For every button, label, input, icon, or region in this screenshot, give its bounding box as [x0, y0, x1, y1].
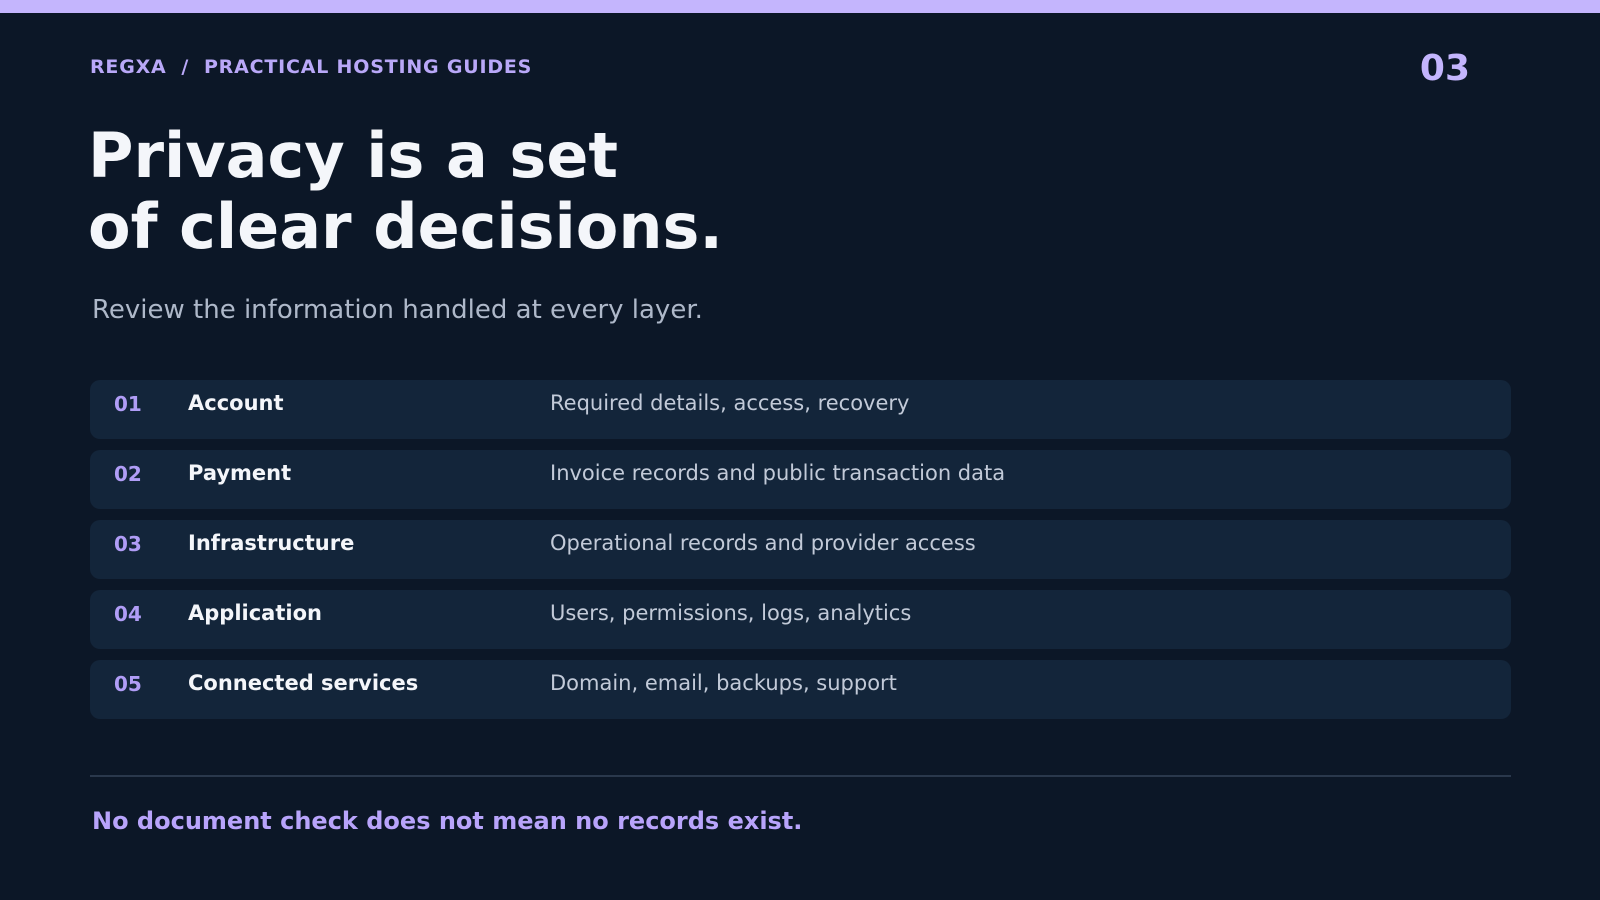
page-title: Privacy is a set of clear decisions. — [88, 120, 723, 262]
layer-description: Operational records and provider access — [550, 531, 976, 555]
breadcrumb: REGXA / PRACTICAL HOSTING GUIDES — [90, 56, 533, 78]
layer-name: Infrastructure — [188, 531, 355, 555]
page-title-line-1: Privacy is a set — [88, 119, 619, 192]
layer-row-application: 04 Application Users, permissions, logs,… — [90, 590, 1511, 649]
layer-name: Payment — [188, 461, 292, 485]
layer-list: 01 Account Required details, access, rec… — [90, 380, 1511, 730]
layer-name: Application — [188, 601, 322, 625]
layer-name: Account — [188, 391, 284, 415]
layer-name: Connected services — [188, 671, 419, 695]
layer-row-connected-services: 05 Connected services Domain, email, bac… — [90, 660, 1511, 719]
layer-row-infrastructure: 03 Infrastructure Operational records an… — [90, 520, 1511, 579]
layer-description: Required details, access, recovery — [550, 391, 910, 415]
page-subtitle: Review the information handled at every … — [92, 295, 703, 325]
footer-divider — [90, 775, 1511, 777]
top-accent-bar — [0, 0, 1600, 13]
layer-number: 03 — [114, 532, 142, 556]
layer-number: 05 — [114, 672, 142, 696]
layer-row-payment: 02 Payment Invoice records and public tr… — [90, 450, 1511, 509]
layer-number: 02 — [114, 462, 142, 486]
layer-description: Invoice records and public transaction d… — [550, 461, 1006, 485]
layer-row-account: 01 Account Required details, access, rec… — [90, 380, 1511, 439]
layer-description: Users, permissions, logs, analytics — [550, 601, 912, 625]
footer-note: No document check does not mean no recor… — [92, 807, 803, 835]
layer-number: 01 — [114, 392, 142, 416]
slide-number: 03 — [1419, 48, 1470, 89]
layer-number: 04 — [114, 602, 142, 626]
layer-description: Domain, email, backups, support — [550, 671, 897, 695]
page-title-line-2: of clear decisions. — [88, 190, 723, 263]
